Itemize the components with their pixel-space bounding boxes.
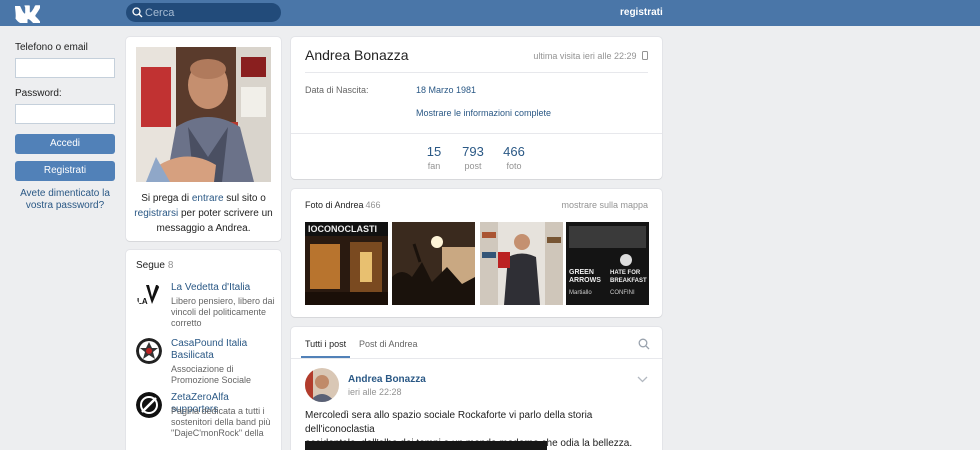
search-placeholder: Cerca bbox=[145, 7, 175, 19]
forgot-password-link[interactable]: Avete dimenticato la vostra password? bbox=[15, 188, 115, 212]
thumb-text: IOCONOCLASTI bbox=[308, 224, 377, 234]
photos-title: Foto di Andrea bbox=[305, 200, 364, 210]
photos-card: Foto di Andrea 466 mostrare sulla mappa I… bbox=[291, 189, 662, 317]
tab-all-posts[interactable]: Tutti i post bbox=[305, 339, 346, 349]
la-vedetta-logo-icon: LA bbox=[136, 282, 162, 308]
photos-header[interactable]: Foto di Andrea 466 bbox=[305, 200, 381, 210]
desc-line: sostenitori della band più bbox=[171, 417, 271, 427]
register-link[interactable]: registrati bbox=[620, 7, 663, 18]
svg-text:LA: LA bbox=[137, 297, 148, 306]
desc-line: Promozione Sociale bbox=[171, 375, 252, 385]
photos-count: 466 bbox=[365, 200, 381, 210]
wall-card: Tutti i post Post di Andrea Andrea Bonaz… bbox=[291, 327, 662, 450]
password-input[interactable] bbox=[15, 104, 115, 124]
photo-thumb[interactable]: IOCONOCLASTI bbox=[305, 222, 388, 305]
following-item-name: CasaPound Italia Basilicata bbox=[171, 338, 276, 362]
vk-logo-icon[interactable] bbox=[14, 3, 40, 23]
zetazeroalfa-logo-icon bbox=[136, 392, 162, 418]
following-item-name: La Vedetta d'Italia bbox=[171, 282, 251, 293]
thumb-text: CONFINI bbox=[610, 290, 635, 296]
post-timestamp[interactable]: ieri alle 22:28 bbox=[348, 387, 402, 397]
profile-name: Andrea Bonazza bbox=[305, 47, 409, 63]
desc-line: "DajeC'monRock" della bbox=[171, 428, 264, 438]
invite-text: Si prega di entrare sul sito o registrar… bbox=[134, 191, 273, 236]
register-button[interactable]: Registrati bbox=[15, 161, 115, 181]
show-on-map-link[interactable]: mostrare sulla mappa bbox=[561, 200, 648, 210]
thumb-text: GREEN bbox=[569, 269, 594, 276]
following-title: Segue bbox=[136, 260, 165, 271]
thumb-text: HATE FOR bbox=[610, 270, 641, 276]
header-divider bbox=[305, 72, 648, 73]
following-card: Segue 8 LA La Vedetta d'Italia Libero pen… bbox=[126, 250, 281, 450]
thumb-text: ARROWS bbox=[569, 277, 601, 284]
login-button[interactable]: Accedi bbox=[15, 134, 115, 154]
show-full-info-link[interactable]: Mostrare le informazioni complete bbox=[416, 108, 551, 118]
invite-mid: sul sito o bbox=[223, 193, 266, 204]
photo-thumb[interactable]: GREEN ARROWS HATE FOR BREAKFAST Martiall… bbox=[566, 222, 649, 305]
phone-email-input[interactable] bbox=[15, 58, 115, 78]
forgot-line-1: Avete dimenticato la bbox=[20, 188, 110, 199]
birth-label: Data di Nascita: bbox=[305, 85, 369, 95]
following-item[interactable]: CasaPound Italia Basilicata Associazione… bbox=[136, 338, 276, 388]
following-item[interactable]: ZetaZeroAlfa supporters Pagina dedicata … bbox=[136, 392, 276, 442]
following-header[interactable]: Segue 8 bbox=[136, 260, 173, 271]
profile-photo-card: Si prega di entrare sul sito o registrar… bbox=[126, 37, 281, 241]
following-item-desc: Pagina dedicata a tutti i sostenitori de… bbox=[171, 406, 276, 439]
photo-thumb[interactable] bbox=[480, 222, 563, 305]
login-form: Telefono o email Password: Accedi Regist… bbox=[15, 42, 115, 212]
casapound-logo-icon bbox=[136, 338, 162, 364]
tab-andrea-posts[interactable]: Post di Andrea bbox=[359, 339, 418, 349]
profile-info-card: Andrea Bonazza ultima visita ieri alle 2… bbox=[291, 37, 662, 179]
name-line: Basilicata bbox=[171, 350, 214, 361]
following-item-desc: Libero pensiero, libero dai vincoli del … bbox=[171, 296, 276, 329]
phone-email-label: Telefono o email bbox=[15, 42, 88, 53]
following-item[interactable]: LA La Vedetta d'Italia Libero pensiero, … bbox=[136, 282, 276, 332]
desc-line: Associazione di bbox=[171, 364, 234, 374]
invite-pre: Si prega di bbox=[141, 193, 192, 204]
login-link[interactable]: entrare bbox=[192, 193, 224, 204]
following-item-desc: Associazione di Promozione Sociale bbox=[171, 364, 276, 386]
photo-thumb[interactable] bbox=[392, 222, 475, 305]
post-author-name[interactable]: Andrea Bonazza bbox=[348, 374, 426, 385]
top-bar: Cerca registrati bbox=[0, 0, 980, 26]
birth-date-link[interactable]: 18 Marzo 1981 bbox=[416, 85, 476, 95]
desc-line: Libero pensiero, libero dai bbox=[171, 296, 275, 306]
search-input[interactable]: Cerca bbox=[126, 3, 281, 22]
name-line: CasaPound Italia bbox=[171, 338, 248, 349]
counter-label: foto bbox=[506, 161, 522, 171]
profile-counters: 15 fan 793 post 466 foto bbox=[291, 133, 662, 179]
last-seen: ultima visita ieri alle 22:29 bbox=[533, 51, 648, 61]
counter-foto[interactable]: 466 foto bbox=[484, 144, 544, 171]
search-icon[interactable] bbox=[638, 338, 650, 350]
chevron-down-icon[interactable] bbox=[637, 376, 648, 383]
tabs-divider bbox=[291, 358, 662, 359]
search-icon bbox=[132, 7, 143, 18]
thumb-text: BREAKFAST bbox=[610, 278, 647, 284]
post-author-avatar[interactable] bbox=[305, 368, 339, 402]
thumb-text: Martiallo bbox=[569, 290, 592, 296]
desc-line: corretto bbox=[171, 318, 202, 328]
post-image[interactable] bbox=[305, 441, 547, 450]
profile-photo[interactable] bbox=[136, 47, 271, 182]
mobile-phone-icon bbox=[642, 51, 648, 60]
password-label: Password: bbox=[15, 88, 62, 99]
following-count: 8 bbox=[167, 260, 174, 271]
post-text-line: Mercoledì sera allo spazio sociale Rocka… bbox=[305, 410, 593, 435]
counter-value: 466 bbox=[503, 144, 525, 159]
forgot-line-2: vostra password? bbox=[25, 200, 105, 211]
desc-line: Pagina dedicata a tutti i bbox=[171, 406, 265, 416]
desc-line: vincoli del politicamente bbox=[171, 307, 267, 317]
signup-link[interactable]: registrarsi bbox=[134, 208, 178, 219]
invite-post: per poter scrivere un bbox=[178, 208, 273, 219]
last-seen-text: ultima visita ieri alle 22:29 bbox=[533, 51, 637, 61]
invite-end: messaggio a Andrea. bbox=[156, 223, 251, 234]
